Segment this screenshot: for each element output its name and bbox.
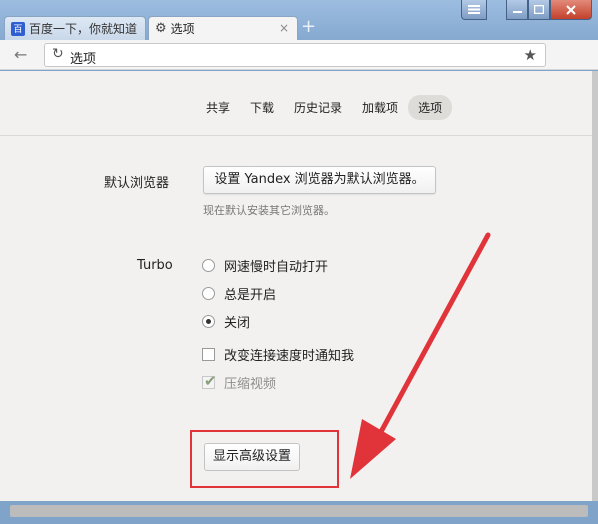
annotation-arrow-icon: [350, 232, 491, 479]
nav-options[interactable]: 选项: [408, 95, 453, 120]
radio-button-selected[interactable]: [202, 315, 215, 328]
show-advanced-settings-button[interactable]: 显示高级设置: [204, 443, 300, 471]
default-browser-note: 现在默认安装其它浏览器。: [203, 204, 335, 217]
toolbar: ← ↻ 选项 ★: [0, 40, 598, 103]
close-tab-icon[interactable]: ×: [279, 21, 289, 35]
title-bar: 百 百度一下，你就知道 ⚙ 选项 × +: [0, 0, 598, 40]
nav-history[interactable]: 历史记录: [284, 95, 352, 120]
divider: [0, 135, 592, 136]
compress-video-checkbox: ✔ 压缩视频: [202, 372, 277, 392]
baidu-paw-icon: 百: [11, 21, 25, 36]
vertical-scrollbar[interactable]: [592, 71, 598, 501]
turbo-option-always[interactable]: 总是开启: [202, 284, 276, 303]
tab-label: 百度一下，你就知道: [29, 22, 138, 36]
turbo-label: Turbo: [137, 258, 173, 273]
options-page: 共享 下载 历史记录 加载项 选项 默认浏览器 设置 Yandex 浏览器为默认…: [0, 71, 592, 501]
checkbox-checked: ✔: [202, 372, 217, 390]
browser-window: 百 百度一下，你就知道 ⚙ 选项 × + ← ↻ 选项 ★ 共享 下载 历史记录…: [0, 0, 598, 524]
nav-share[interactable]: 共享: [196, 95, 240, 120]
checkbox[interactable]: [202, 348, 215, 361]
horizontal-scrollbar[interactable]: [0, 501, 598, 524]
star-icon[interactable]: ★: [524, 46, 537, 64]
default-browser-label: 默认浏览器: [104, 176, 170, 191]
turbo-option-auto[interactable]: 网速慢时自动打开: [202, 256, 328, 275]
new-tab-button[interactable]: +: [301, 18, 316, 36]
back-arrow-icon[interactable]: ←: [14, 45, 27, 64]
close-icon: [566, 4, 576, 15]
scrollbar-thumb[interactable]: [10, 505, 588, 517]
maximize-button[interactable]: [528, 0, 550, 20]
reload-icon[interactable]: ↻: [52, 46, 64, 62]
gear-icon: ⚙: [155, 21, 167, 36]
url-text[interactable]: 选项: [70, 48, 96, 67]
checkmark-icon: ✔: [204, 372, 217, 390]
minimize-button[interactable]: [506, 0, 528, 20]
hamburger-menu-button[interactable]: [461, 0, 487, 20]
minimize-icon: [512, 11, 522, 13]
settings-nav: 共享 下载 历史记录 加载项 选项: [196, 95, 453, 120]
tab-options[interactable]: ⚙ 选项 ×: [148, 16, 298, 40]
turbo-option-off[interactable]: 关闭: [202, 312, 250, 331]
hamburger-icon: [468, 5, 480, 14]
maximize-icon: [534, 5, 544, 14]
set-default-browser-button[interactable]: 设置 Yandex 浏览器为默认浏览器。: [203, 166, 436, 194]
nav-downloads[interactable]: 下载: [240, 95, 284, 120]
nav-addons[interactable]: 加载项: [352, 95, 408, 120]
radio-button[interactable]: [202, 259, 215, 272]
tab-label: 选项: [170, 22, 195, 36]
tab-baidu[interactable]: 百 百度一下，你就知道: [4, 16, 146, 40]
close-button[interactable]: [550, 0, 592, 20]
radio-button[interactable]: [202, 287, 215, 300]
notify-speed-change-checkbox[interactable]: 改变连接速度时通知我: [202, 345, 354, 364]
address-bar[interactable]: ↻ 选项 ★: [44, 43, 546, 67]
